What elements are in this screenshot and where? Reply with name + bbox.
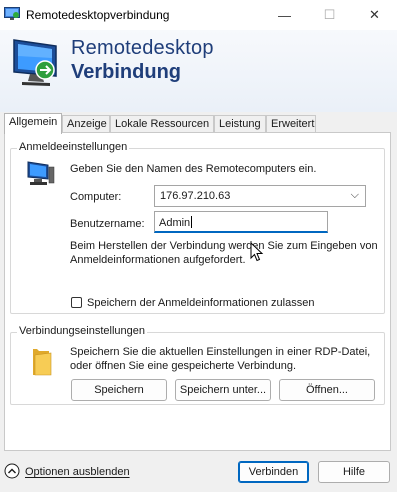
header-banner: Remotedesktop Verbindung bbox=[0, 30, 397, 112]
logon-settings-label: Anmeldeeinstellungen bbox=[17, 141, 130, 153]
tab-anzeige[interactable]: Anzeige bbox=[62, 115, 110, 133]
banner-title-line2: Verbindung bbox=[71, 61, 181, 83]
text-caret bbox=[191, 216, 193, 228]
chevron-down-icon[interactable]: ⌵ bbox=[351, 189, 359, 202]
connection-text-line1: Speichern Sie die aktuellen Einstellunge… bbox=[70, 346, 371, 358]
options-toggle-link[interactable]: Optionen ausblenden bbox=[25, 465, 130, 479]
mouse-cursor-icon bbox=[250, 242, 264, 262]
logon-note-line2: Anmeldeinformationen aufgefordert. bbox=[70, 254, 246, 266]
connect-button[interactable]: Verbinden bbox=[238, 461, 309, 483]
folder-icon bbox=[33, 349, 52, 376]
window-title: Remotedesktopverbindung bbox=[26, 8, 170, 22]
tab-allgemein[interactable]: Allgemein bbox=[4, 113, 62, 134]
logon-intro-text: Geben Sie den Namen des Remotecomputers … bbox=[70, 163, 317, 175]
connection-text-line2: oder öffnen Sie eine gespeicherte Verbin… bbox=[70, 360, 297, 372]
save-as-button[interactable]: Speichern unter... bbox=[175, 379, 271, 401]
save-button[interactable]: Speichern bbox=[71, 379, 167, 401]
maximize-button[interactable]: ☐ bbox=[307, 0, 352, 30]
remote-desktop-monitor-icon bbox=[13, 39, 57, 86]
title-bar: Remotedesktopverbindung — ☐ ✕ bbox=[0, 0, 397, 30]
connection-settings-group: Verbindungseinstellungen Speichern Sie d… bbox=[10, 325, 385, 405]
save-credentials-label[interactable]: Speichern der Anmeldeinformationen zulas… bbox=[87, 296, 314, 310]
computer-combobox[interactable]: 176.97.210.63 ⌵ bbox=[154, 185, 366, 207]
save-credentials-checkbox[interactable] bbox=[71, 297, 82, 308]
help-button[interactable]: Hilfe bbox=[318, 461, 390, 483]
computer-label: Computer: bbox=[70, 191, 122, 203]
computer-value: 176.97.210.63 bbox=[160, 190, 231, 202]
tab-lokale-ressourcen[interactable]: Lokale Ressourcen bbox=[110, 115, 214, 133]
username-field[interactable]: Admin bbox=[154, 211, 328, 233]
banner-title-line1: Remotedesktop bbox=[71, 37, 214, 59]
computer-icon bbox=[27, 161, 55, 185]
tab-erweitert[interactable]: Erweitert bbox=[266, 115, 316, 133]
tab-strip: Allgemein Anzeige Lokale Ressourcen Leis… bbox=[0, 113, 397, 134]
logon-settings-group: Anmeldeeinstellungen Geben Sie den Namen… bbox=[10, 141, 385, 314]
tab-panel-allgemein: Anmeldeeinstellungen Geben Sie den Namen… bbox=[4, 132, 391, 451]
close-button[interactable]: ✕ bbox=[352, 0, 397, 30]
open-button[interactable]: Öffnen... bbox=[279, 379, 375, 401]
username-value: Admin bbox=[159, 217, 191, 229]
minimize-button[interactable]: — bbox=[262, 0, 307, 30]
logon-note-line1: Beim Herstellen der Verbindung werden Si… bbox=[70, 240, 378, 252]
connection-settings-label: Verbindungseinstellungen bbox=[17, 325, 147, 337]
chevron-up-circle-icon[interactable] bbox=[4, 463, 20, 479]
tab-leistung[interactable]: Leistung bbox=[214, 115, 266, 133]
username-label: Benutzername: bbox=[70, 218, 145, 230]
remote-desktop-icon bbox=[4, 7, 20, 20]
